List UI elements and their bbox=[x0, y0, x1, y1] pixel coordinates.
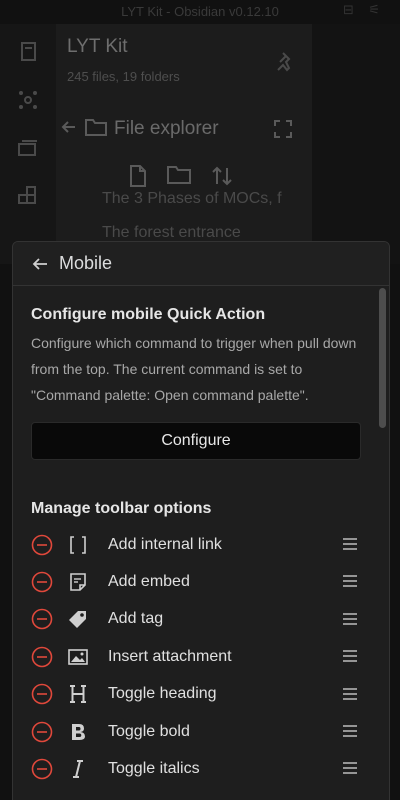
drag-handle-icon[interactable] bbox=[341, 685, 359, 703]
new-folder-icon[interactable] bbox=[166, 164, 192, 193]
drag-handle-icon[interactable] bbox=[341, 610, 359, 628]
mobile-settings-modal: Mobile Configure mobile Quick Action Con… bbox=[12, 241, 390, 800]
cards-icon[interactable] bbox=[16, 136, 40, 160]
editor-background bbox=[312, 24, 400, 264]
modal-title: Mobile bbox=[59, 253, 113, 273]
arrow-left-icon[interactable] bbox=[60, 118, 78, 141]
toolbar-item-label: Toggle bold bbox=[108, 722, 190, 740]
toolbar-item-insert-attachment: Insert attachment bbox=[31, 638, 371, 675]
window-controls: ⊟ ⚟ bbox=[343, 2, 380, 17]
toolbar-item-add-tag: Add tag bbox=[31, 601, 371, 638]
image-icon bbox=[64, 648, 92, 666]
configure-button[interactable]: Configure bbox=[31, 422, 361, 460]
drag-handle-icon[interactable] bbox=[341, 647, 359, 665]
toolbar-item-label: Add tag bbox=[108, 610, 164, 628]
modal-header: Mobile bbox=[13, 242, 389, 286]
drag-handle-icon[interactable] bbox=[341, 759, 359, 777]
vault-name: LYT Kit bbox=[67, 36, 128, 57]
side-drawer: LYT Kit 245 files, 19 folders File explo… bbox=[56, 24, 312, 264]
toolbar-item-label: Insert attachment bbox=[108, 647, 232, 665]
tag-icon bbox=[64, 609, 92, 629]
window-title: LYT Kit - Obsidian v0.12.10 bbox=[121, 4, 279, 19]
brackets-icon bbox=[64, 535, 92, 555]
toolbar-item-label: Toggle italics bbox=[108, 760, 200, 778]
file-item[interactable]: The 3 Phases of MOCs, f bbox=[102, 190, 282, 208]
quick-action-description: Configure which command to trigger when … bbox=[31, 335, 357, 403]
file-explorer-title: File explorer bbox=[114, 118, 219, 139]
toolbar-item-add-embed: Add embed bbox=[31, 563, 371, 600]
toolbar-item-add-internal-link: Add internal link bbox=[31, 526, 371, 563]
back-arrow-icon[interactable] bbox=[31, 253, 53, 275]
remove-circle-icon[interactable] bbox=[31, 608, 53, 630]
toolbar-options-heading: Manage toolbar options bbox=[31, 500, 212, 517]
toolbar-item-label: Toggle heading bbox=[108, 685, 217, 703]
italic-icon bbox=[64, 758, 92, 780]
bold-icon bbox=[64, 721, 92, 743]
toolbar-options-list: Add internal link Add embed Add tag Inse… bbox=[31, 526, 371, 788]
remove-circle-icon[interactable] bbox=[31, 534, 53, 556]
file-explorer-actions bbox=[128, 164, 234, 193]
toolbar-item-label: Add embed bbox=[108, 573, 190, 591]
blocks-icon[interactable] bbox=[16, 184, 40, 208]
drag-handle-icon[interactable] bbox=[341, 535, 359, 553]
expand-icon[interactable] bbox=[274, 120, 292, 143]
toolbar-item-toggle-bold: Toggle bold bbox=[31, 713, 371, 750]
toolbar-item-toggle-heading: Toggle heading bbox=[31, 676, 371, 713]
drag-handle-icon[interactable] bbox=[341, 722, 359, 740]
remove-circle-icon[interactable] bbox=[31, 758, 53, 780]
remove-circle-icon[interactable] bbox=[31, 721, 53, 743]
toolbar-item-toggle-italics: Toggle italics bbox=[31, 750, 371, 787]
pin-icon[interactable] bbox=[274, 50, 298, 79]
quick-action-heading: Configure mobile Quick Action bbox=[31, 306, 266, 323]
modal-scrollbar[interactable] bbox=[379, 288, 386, 428]
drag-handle-icon[interactable] bbox=[341, 572, 359, 590]
vault-stats: 245 files, 19 folders bbox=[67, 69, 180, 84]
toolbar-item-label: Add internal link bbox=[108, 535, 222, 553]
graph-view-icon[interactable] bbox=[16, 88, 40, 112]
new-note-icon[interactable] bbox=[128, 164, 148, 193]
left-ribbon bbox=[0, 24, 56, 264]
app-stage: LYT Kit - Obsidian v0.12.10 ⊟ ⚟ LYT Kit … bbox=[0, 0, 400, 800]
remove-circle-icon[interactable] bbox=[31, 571, 53, 593]
folder-icon bbox=[84, 117, 108, 142]
file-item[interactable]: The forest entrance bbox=[102, 224, 241, 242]
file-explorer-header: File explorer bbox=[60, 116, 219, 142]
sort-icon[interactable] bbox=[210, 164, 234, 193]
remove-circle-icon[interactable] bbox=[31, 683, 53, 705]
heading-icon bbox=[64, 683, 92, 705]
modal-body: Configure mobile Quick Action Configure … bbox=[13, 286, 389, 788]
embed-icon bbox=[64, 572, 92, 592]
open-vault-icon[interactable] bbox=[16, 40, 40, 64]
remove-circle-icon[interactable] bbox=[31, 646, 53, 668]
